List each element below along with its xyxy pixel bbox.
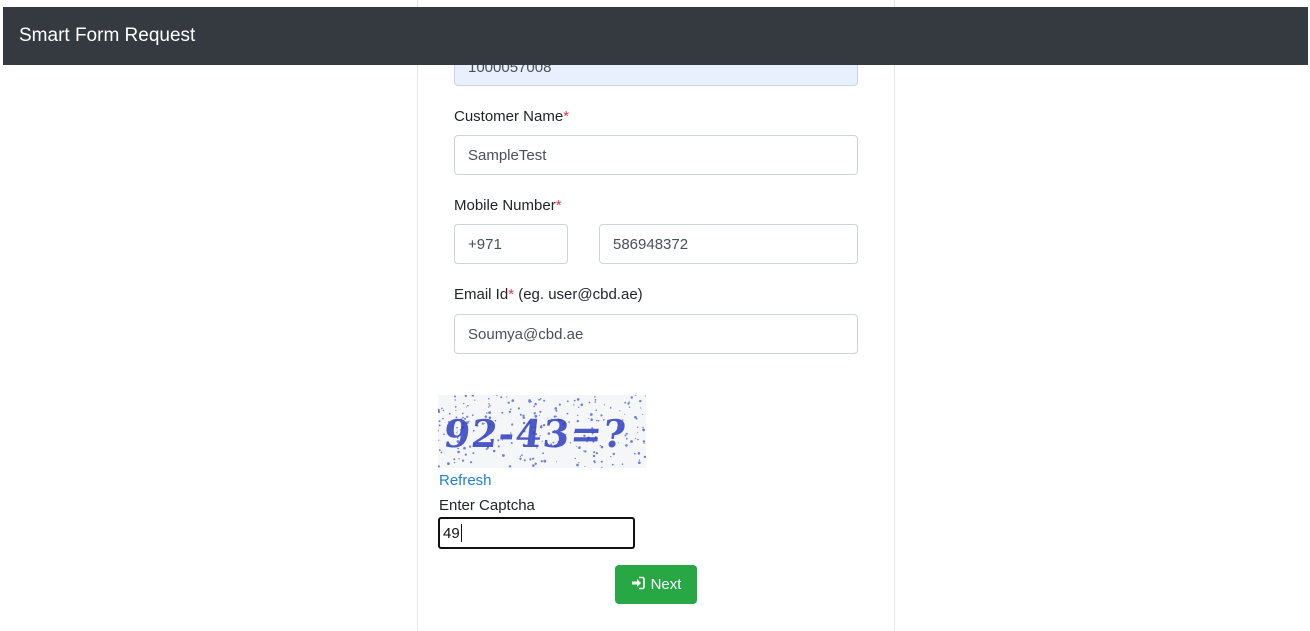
mobile-number-input[interactable]: 586948372	[599, 224, 858, 264]
next-button[interactable]: Next	[615, 565, 697, 604]
captcha-input[interactable]: 49	[438, 517, 635, 549]
captcha-text: 92-43=?	[442, 411, 629, 456]
required-mark: *	[563, 108, 570, 125]
mobile-number-label: Mobile Number*	[454, 197, 562, 214]
customer-name-input[interactable]: SampleTest	[454, 135, 858, 175]
country-code-input[interactable]: +971	[454, 224, 568, 264]
captcha-noise-svg: 92-43=?	[438, 395, 646, 468]
country-code-value: +971	[468, 235, 502, 253]
app-title: Smart Form Request	[19, 25, 196, 46]
email-label: Email Id* (eg. user@cbd.ae)	[454, 286, 643, 303]
text-caret	[460, 524, 462, 542]
customer-name-label: Customer Name*	[454, 108, 570, 125]
enter-captcha-label: Enter Captcha	[439, 497, 535, 514]
customer-name-value: SampleTest	[468, 146, 547, 164]
top-navbar: Smart Form Request	[3, 7, 1308, 65]
sign-in-icon	[631, 576, 645, 594]
email-value: Soumya@cbd.ae	[468, 325, 584, 343]
required-mark: *	[555, 197, 562, 214]
email-input[interactable]: Soumya@cbd.ae	[454, 314, 858, 354]
captcha-input-value: 49	[443, 524, 460, 542]
email-hint: (eg. user@cbd.ae)	[514, 286, 643, 303]
next-label: Next	[650, 576, 682, 593]
mobile-number-value: 586948372	[613, 235, 689, 253]
captcha-image: 92-43=?	[438, 395, 646, 468]
refresh-captcha-link[interactable]: Refresh	[439, 472, 492, 489]
